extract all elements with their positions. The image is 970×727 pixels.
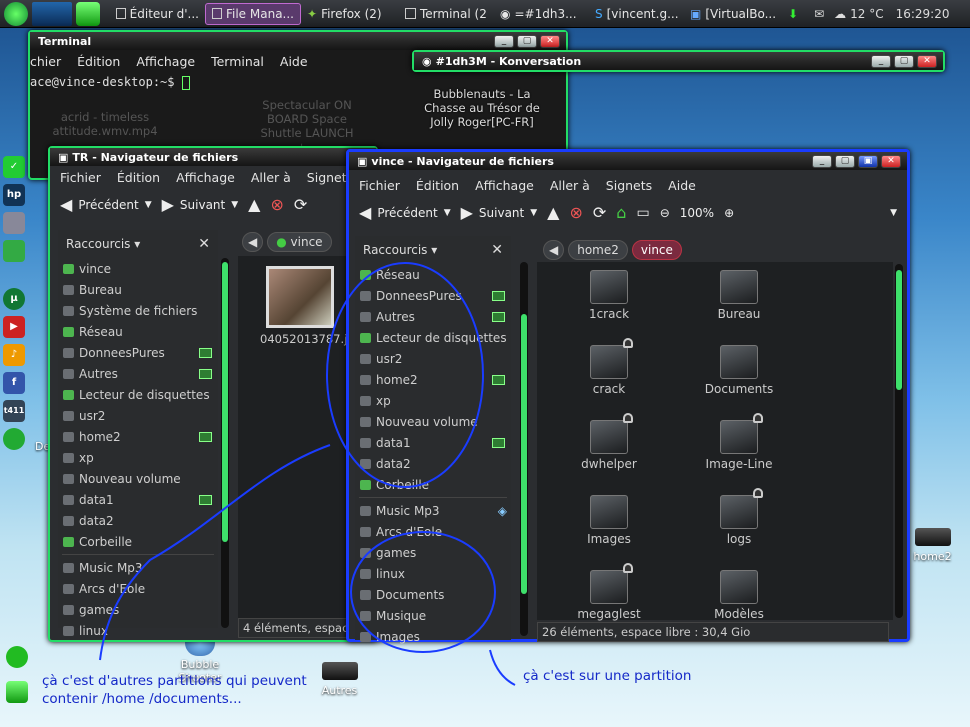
annotation-circle bbox=[350, 531, 496, 653]
annotation-right: çà c'est sur une partition bbox=[523, 668, 692, 684]
annotation-arrow bbox=[99, 444, 331, 661]
annotation-overlay bbox=[99, 262, 516, 686]
annotation-circle bbox=[326, 262, 484, 488]
annotation-left: çà c'est d'autres partitions qui peuvent… bbox=[42, 673, 307, 707]
annotation-arrow bbox=[489, 649, 516, 686]
